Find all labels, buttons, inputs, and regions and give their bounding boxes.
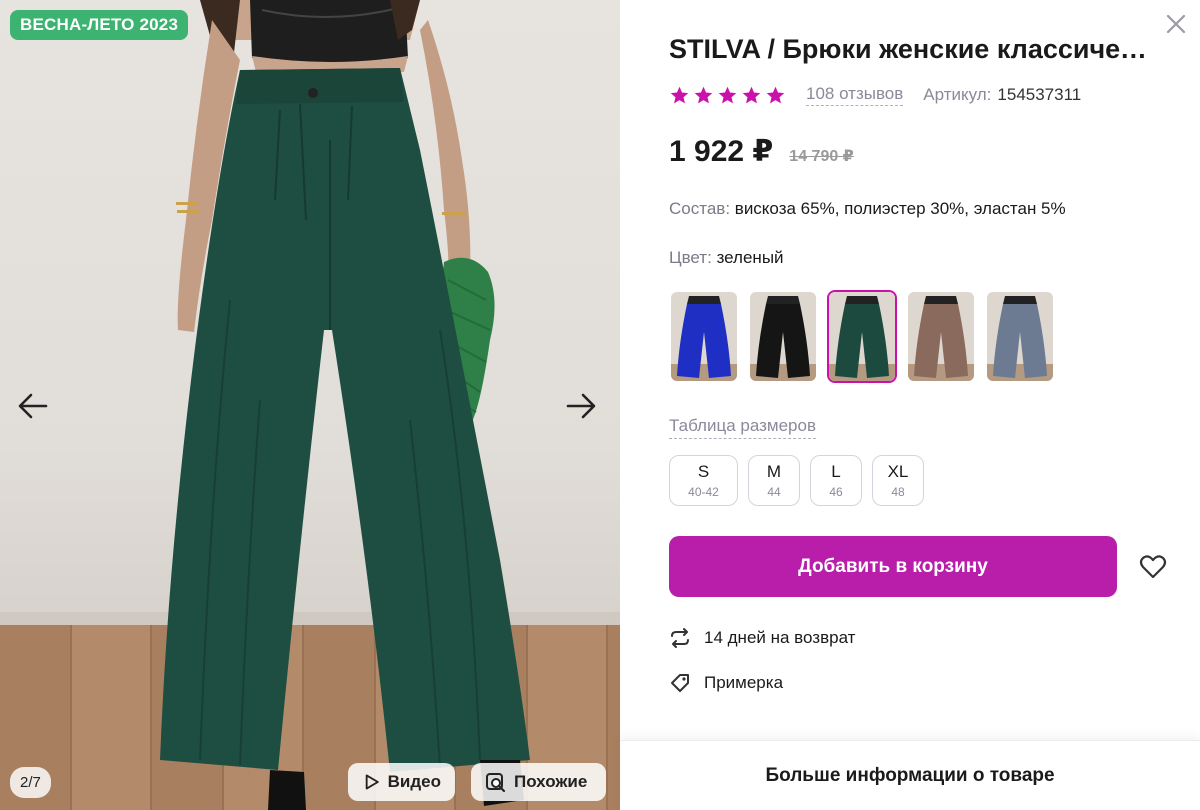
size-ru-label: 44 xyxy=(767,485,781,499)
swatch-thumbnail xyxy=(829,292,895,381)
article-label: Артикул: xyxy=(923,85,992,104)
size-options: S 40-42 M 44 L 46 XL 48 xyxy=(669,455,924,506)
tag-icon xyxy=(671,674,689,692)
size-label: XL xyxy=(887,462,909,481)
article-value: 154537311 xyxy=(997,85,1082,104)
size-label: S xyxy=(697,462,710,481)
size-ru-label: 46 xyxy=(829,485,843,499)
add-to-cart-button[interactable]: Добавить в корзину xyxy=(669,536,1117,597)
color-label: Цвет: xyxy=(669,248,712,267)
swatch-thumbnail xyxy=(987,292,1053,381)
color-swatch-brown[interactable] xyxy=(906,290,976,383)
size-label: L xyxy=(831,462,841,481)
composition-row: Состав: вискоза 65%, полиэстер 30%, элас… xyxy=(669,199,1066,219)
reviews-link[interactable]: 108 отзывов xyxy=(806,84,904,106)
size-option-s[interactable]: S 40-42 xyxy=(669,455,738,506)
old-price: 14 790 ₽ xyxy=(789,148,854,165)
swatch-thumbnail xyxy=(750,292,816,381)
favorite-heart-icon[interactable] xyxy=(1138,552,1168,582)
current-price: 1 922 ₽ xyxy=(669,135,774,168)
fitting-row: Примерка xyxy=(669,672,783,694)
color-swatch-black[interactable] xyxy=(748,290,818,383)
size-ru-label: 40-42 xyxy=(688,485,719,499)
color-swatch-green[interactable] xyxy=(827,290,897,383)
more-info-button[interactable]: Больше информации о товаре xyxy=(620,740,1200,810)
photo-counter: 2/7 xyxy=(10,767,51,798)
next-photo-button[interactable] xyxy=(561,386,601,426)
season-badge: ВЕСНА-ЛЕТО 2023 xyxy=(10,10,189,40)
price-row: 1 922 ₽ 14 790 ₽ xyxy=(669,134,854,169)
size-option-xl[interactable]: XL 48 xyxy=(872,455,924,506)
rating-row: 108 отзывов Артикул: 154537311 xyxy=(669,84,1081,106)
composition-value: вискоза 65%, полиэстер 30%, эластан 5% xyxy=(734,199,1066,218)
similar-search-icon xyxy=(486,773,506,793)
return-arrows-icon xyxy=(671,628,689,648)
star-icon xyxy=(742,86,761,103)
composition-label: Состав: xyxy=(669,199,731,218)
product-details-panel: STILVA / Брюки женские классические 108 … xyxy=(620,0,1200,810)
color-value: зеленый xyxy=(716,248,784,267)
arrow-right-icon xyxy=(566,393,596,419)
star-icon xyxy=(670,86,689,103)
size-option-m[interactable]: M 44 xyxy=(748,455,800,506)
fitting-text: Примерка xyxy=(704,673,784,692)
previous-photo-button[interactable] xyxy=(13,386,53,426)
arrow-left-icon xyxy=(18,393,48,419)
swatch-thumbnail xyxy=(908,292,974,381)
color-swatch-blue[interactable] xyxy=(669,290,739,383)
product-photo xyxy=(160,0,530,810)
color-swatch-grey-blue[interactable] xyxy=(985,290,1055,383)
play-icon xyxy=(365,774,379,790)
product-title: STILVA / Брюки женские классические xyxy=(669,34,1159,64)
star-icon xyxy=(694,86,713,103)
rating-stars xyxy=(669,85,786,106)
color-row: Цвет: зеленый xyxy=(669,248,784,268)
similar-button-label: Похожие xyxy=(514,772,588,791)
product-photo-gallery[interactable]: ВЕСНА-ЛЕТО 2023 2/7 Видео Похожие xyxy=(0,0,620,810)
size-option-l[interactable]: L 46 xyxy=(810,455,862,506)
star-icon xyxy=(766,86,785,103)
return-policy-row: 14 дней на возврат xyxy=(669,627,855,649)
swatch-thumbnail xyxy=(671,292,737,381)
color-swatches xyxy=(669,290,1055,383)
star-icon xyxy=(718,86,737,103)
video-button[interactable]: Видео xyxy=(348,763,455,801)
video-button-label: Видео xyxy=(387,772,441,791)
return-policy-text: 14 дней на возврат xyxy=(704,628,856,647)
similar-button[interactable]: Похожие xyxy=(471,763,606,801)
size-label: M xyxy=(766,462,782,481)
size-ru-label: 48 xyxy=(891,485,905,499)
size-table-link[interactable]: Таблица размеров xyxy=(669,416,816,439)
close-icon[interactable] xyxy=(1164,12,1188,36)
